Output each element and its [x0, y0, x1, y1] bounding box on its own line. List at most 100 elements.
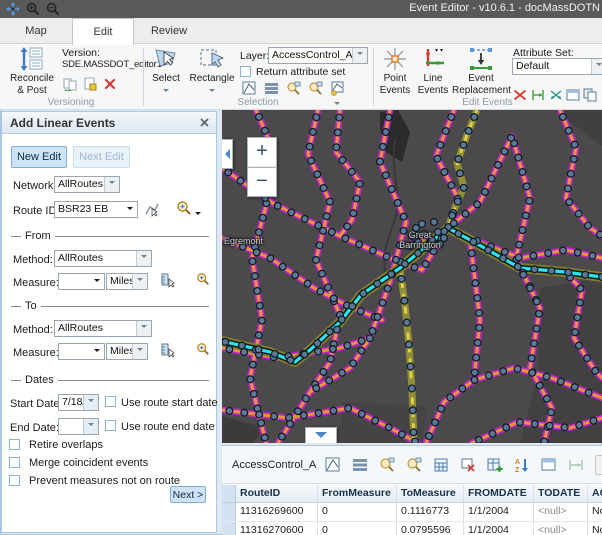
tab-review[interactable]: Review [140, 18, 198, 44]
from-method-dropdown[interactable]: AllRoutes [54, 250, 152, 267]
map-zoom-in-button[interactable]: + [247, 137, 277, 167]
column-header-ToMeasure[interactable]: ToMeasure [397, 485, 464, 502]
column-header-RouteID[interactable]: RouteID [236, 485, 318, 502]
map-zoom-out-button[interactable]: − [247, 167, 277, 197]
to-measure-dropdown[interactable] [58, 343, 105, 360]
line-events-icon [420, 46, 446, 72]
clear-selection-icon[interactable] [460, 457, 476, 473]
table-row[interactable]: 1131626960000.11167731/1/2004<null>No [222, 503, 602, 522]
route-id-dropdown-button[interactable] [122, 202, 137, 217]
layer-dropdown-button[interactable] [352, 48, 367, 63]
from-units-dropdown[interactable]: Miles [106, 273, 148, 290]
edit-events-section-label: Edit Events [373, 97, 602, 108]
next-button[interactable]: Next > [170, 486, 206, 503]
collapse-panel-button[interactable] [222, 139, 233, 169]
network-dropdown[interactable]: AllRoutes [54, 176, 120, 193]
pan-to-selection-icon[interactable] [308, 81, 323, 96]
select-button[interactable]: Select [146, 46, 186, 99]
move-measures-icon[interactable] [568, 457, 584, 473]
row-selector[interactable] [222, 485, 236, 502]
to-measure-dropdown-button[interactable] [89, 344, 104, 359]
route-zoom-icon[interactable] [176, 200, 192, 216]
retire-overlaps-checkbox[interactable] [9, 439, 20, 450]
save-button[interactable]: Save [595, 455, 602, 475]
to-units-dropdown-button[interactable] [132, 344, 147, 359]
from-units-dropdown-button[interactable] [132, 274, 147, 289]
tab-map[interactable]: Map [8, 18, 64, 44]
map-canvas [222, 110, 602, 443]
merge-coincident-events-checkbox[interactable] [9, 457, 20, 468]
column-header-ACCESS[interactable]: ACCESS [588, 485, 602, 502]
from-method-dropdown-button[interactable] [136, 251, 151, 266]
collapse-table-button[interactable] [305, 427, 337, 443]
event-replacement-button[interactable]: Event Replacement [452, 46, 510, 97]
to-method-dropdown[interactable]: AllRoutes [54, 320, 152, 337]
network-dropdown-button[interactable] [104, 177, 119, 192]
collapse-down-icon [315, 432, 327, 443]
attribute-set-dropdown-button[interactable] [591, 59, 602, 74]
reconcile-post-button[interactable]: Reconcile & Post [6, 46, 58, 97]
next-edit-button[interactable]: Next Edit [73, 146, 130, 168]
select-layer-icon[interactable] [330, 81, 345, 96]
map-view[interactable]: Egremont Great Barrington + − [222, 110, 602, 443]
reconcile-icon[interactable] [63, 77, 77, 91]
return-attribute-set-checkbox[interactable] [240, 66, 251, 77]
to-units-dropdown[interactable]: Miles [106, 343, 148, 360]
pan-icon[interactable] [6, 2, 20, 16]
line-events-button[interactable]: Line Events [415, 46, 451, 97]
row-selector[interactable] [222, 503, 236, 521]
start-date-picker[interactable]: 7/18/ [58, 394, 99, 411]
zoom-out-icon[interactable] [46, 2, 60, 16]
end-date-picker[interactable] [58, 418, 99, 435]
post-icon[interactable] [83, 77, 97, 91]
column-header-TODATE[interactable]: TODATE [534, 485, 588, 502]
to-measure-on-map-icon[interactable] [160, 342, 176, 358]
route-zoom-caret[interactable] [195, 212, 201, 218]
delete-version-icon[interactable] [103, 77, 117, 91]
from-measure-zoom-icon[interactable] [196, 272, 210, 286]
attribute-window-icon[interactable] [541, 457, 557, 473]
attribute-set-dropdown[interactable]: Default [512, 58, 602, 75]
zoom-to-selection-icon[interactable] [379, 457, 395, 473]
point-events-button[interactable]: Point Events [376, 46, 414, 97]
use-route-end-date-checkbox[interactable] [105, 420, 116, 431]
table-cell: <null> [534, 503, 588, 521]
use-route-start-date-checkbox[interactable] [105, 396, 116, 407]
prevent-measures-checkbox[interactable] [9, 475, 20, 486]
to-group-label: To [21, 300, 41, 312]
table-row[interactable]: 1131627060000.07955961/1/2004<null>No [222, 522, 602, 535]
route-id-dropdown[interactable]: BSR23 EB [54, 201, 138, 218]
field-calculator-icon[interactable] [433, 457, 449, 473]
zoom-in-icon[interactable] [26, 2, 40, 16]
from-measure-dropdown[interactable] [58, 273, 105, 290]
new-edit-button[interactable]: New Edit [11, 146, 67, 168]
window-title: Event Editor - v10.6.1 - docMassDOTN [409, 2, 600, 14]
from-measure-dropdown-button[interactable] [89, 274, 104, 289]
add-records-icon[interactable] [487, 457, 503, 473]
column-header-FromMeasure[interactable]: FromMeasure [318, 485, 397, 502]
row-selector[interactable] [222, 522, 236, 535]
selection-section-label: Selection [146, 97, 370, 108]
column-header-FROMDATE[interactable]: FROMDATE [464, 485, 534, 502]
start-date-caret-button[interactable] [83, 395, 98, 410]
table-cell: 1/1/2004 [464, 503, 534, 521]
rectangle-button[interactable]: Rectangle [188, 46, 236, 99]
table-cell: 0 [318, 522, 397, 535]
tab-edit[interactable]: Edit [72, 18, 134, 45]
pan-to-selection-icon[interactable] [406, 457, 422, 473]
to-measure-label: Measure: [13, 347, 59, 359]
start-date-value: 7/18/ [59, 395, 83, 410]
selection-list-icon[interactable] [264, 81, 279, 96]
layer-dropdown[interactable]: AccessControl_A [268, 47, 368, 64]
selection-list-icon[interactable] [352, 457, 368, 473]
sort-icon[interactable]: A Z [514, 457, 530, 473]
to-method-dropdown-button[interactable] [136, 321, 151, 336]
to-measure-zoom-icon[interactable] [196, 342, 210, 356]
select-by-shape-icon[interactable] [325, 457, 341, 473]
from-measure-on-map-icon[interactable] [160, 272, 176, 288]
zoom-to-selection-icon[interactable] [286, 81, 301, 96]
select-by-shape-icon[interactable] [242, 81, 257, 96]
end-date-caret-button[interactable] [83, 419, 98, 434]
route-select-on-map-icon[interactable] [144, 201, 160, 217]
close-icon[interactable] [198, 116, 211, 129]
